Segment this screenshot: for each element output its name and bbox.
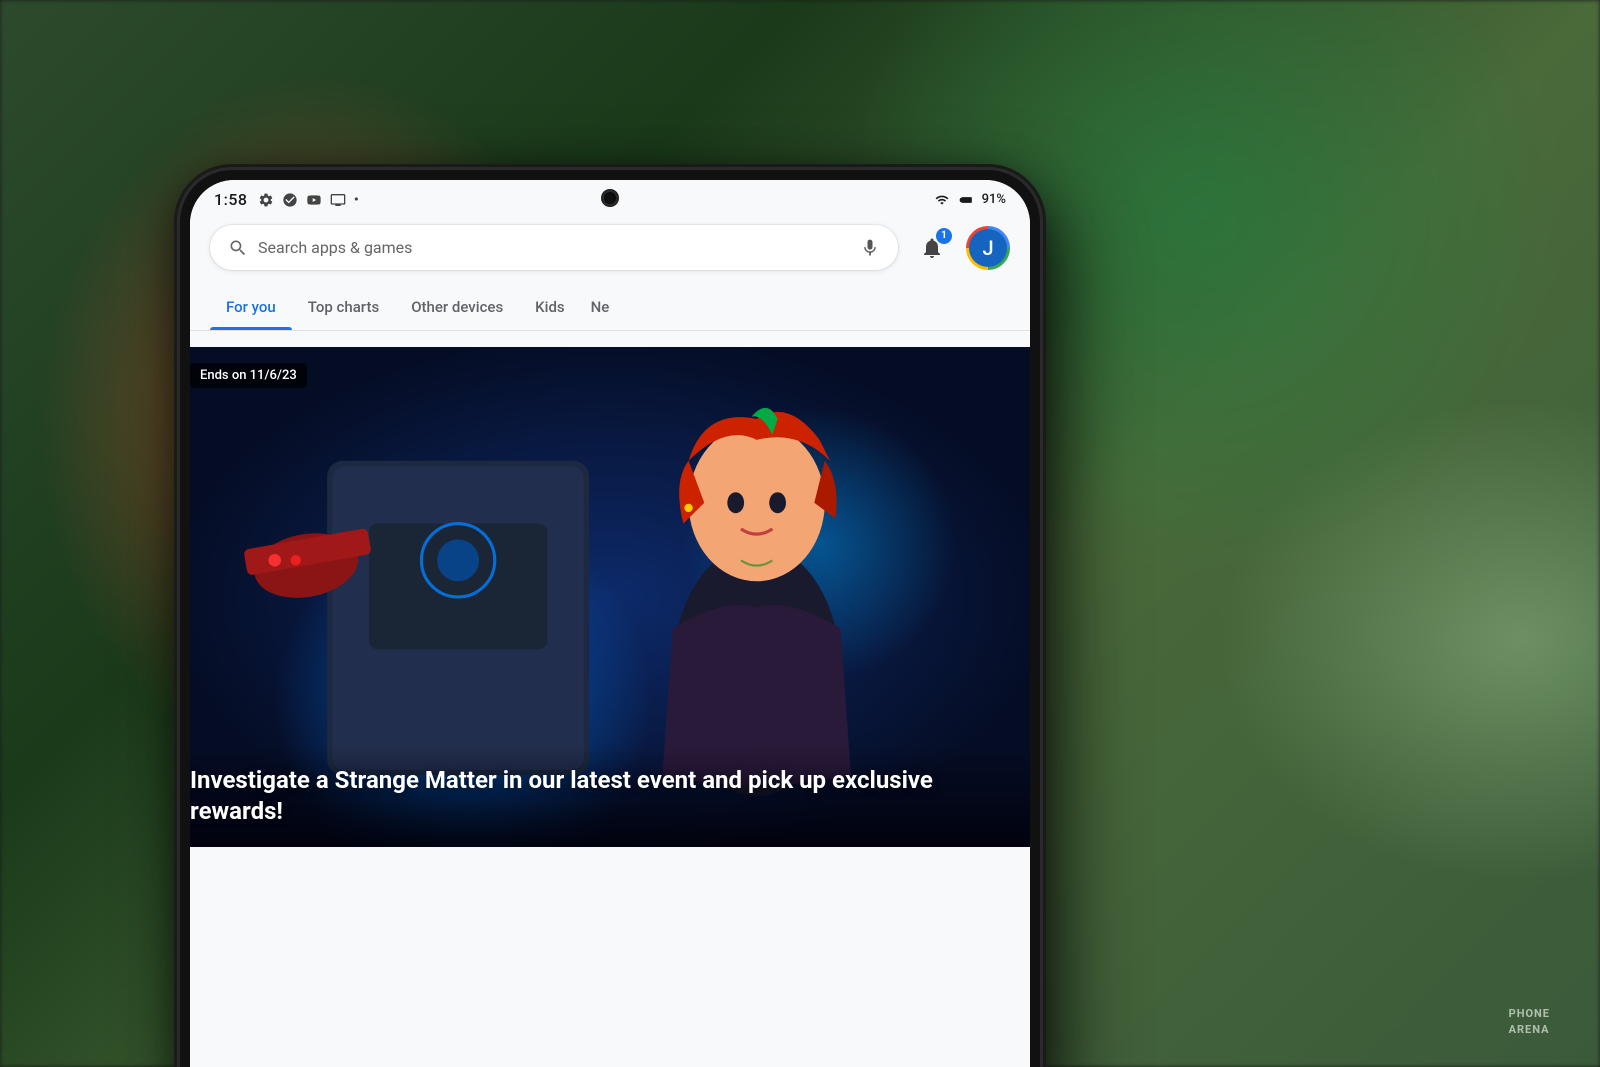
phone-screen: 1:58 (190, 180, 1030, 1067)
search-icon (228, 237, 248, 258)
notification-badge: 1 (936, 228, 952, 244)
status-time: 1:58 (214, 190, 248, 209)
status-icons: · (258, 191, 360, 209)
mic-icon[interactable] (860, 237, 880, 258)
banner-text-overlay: Investigate a Strange Matter in our late… (190, 745, 1030, 847)
notification-button[interactable]: 1 (910, 226, 954, 270)
camera-cutout (602, 190, 618, 206)
wifi-icon (934, 193, 950, 207)
tab-kids[interactable]: Kids (519, 286, 580, 330)
banner-title: Investigate a Strange Matter in our late… (190, 765, 1030, 827)
search-bar[interactable]: Search apps & games (210, 225, 898, 270)
tab-top-charts[interactable]: Top charts (292, 286, 395, 330)
dot-icon: · (354, 191, 360, 209)
tab-more-label: Ne (591, 298, 610, 316)
tab-other-devices[interactable]: Other devices (395, 286, 519, 330)
check-circle-icon (282, 192, 298, 208)
nav-tabs: For you Top charts Other devices Kids Ne (190, 286, 1030, 331)
tab-for-you[interactable]: For you (210, 286, 292, 330)
watermark: PHONE ARENA (1509, 1006, 1550, 1037)
scene: 1:58 (0, 0, 1600, 1067)
avatar-button[interactable]: J (966, 226, 1010, 270)
status-left: 1:58 (214, 190, 359, 209)
watermark-line1: PHONE (1509, 1006, 1550, 1021)
battery-icon (956, 193, 976, 207)
game-banner[interactable]: Ends on 11/6/23 Investigate a Strange Ma… (190, 347, 1030, 847)
settings-icon (258, 192, 274, 208)
search-container: Search apps & games 1 (210, 215, 1010, 286)
status-right: 91% (934, 192, 1006, 207)
camera-hole (602, 190, 618, 206)
tab-more[interactable]: Ne (581, 286, 620, 330)
watermark-line2: ARENA (1509, 1022, 1550, 1037)
battery-percent: 91% (982, 192, 1006, 207)
youtube-icon (306, 192, 322, 208)
banner-tag: Ends on 11/6/23 (190, 363, 307, 388)
phone-device: 1:58 (180, 170, 1040, 1067)
search-placeholder: Search apps & games (258, 238, 850, 257)
tv-icon (330, 192, 346, 208)
play-store-content: Search apps & games 1 (190, 215, 1030, 331)
avatar: J (969, 229, 1007, 267)
